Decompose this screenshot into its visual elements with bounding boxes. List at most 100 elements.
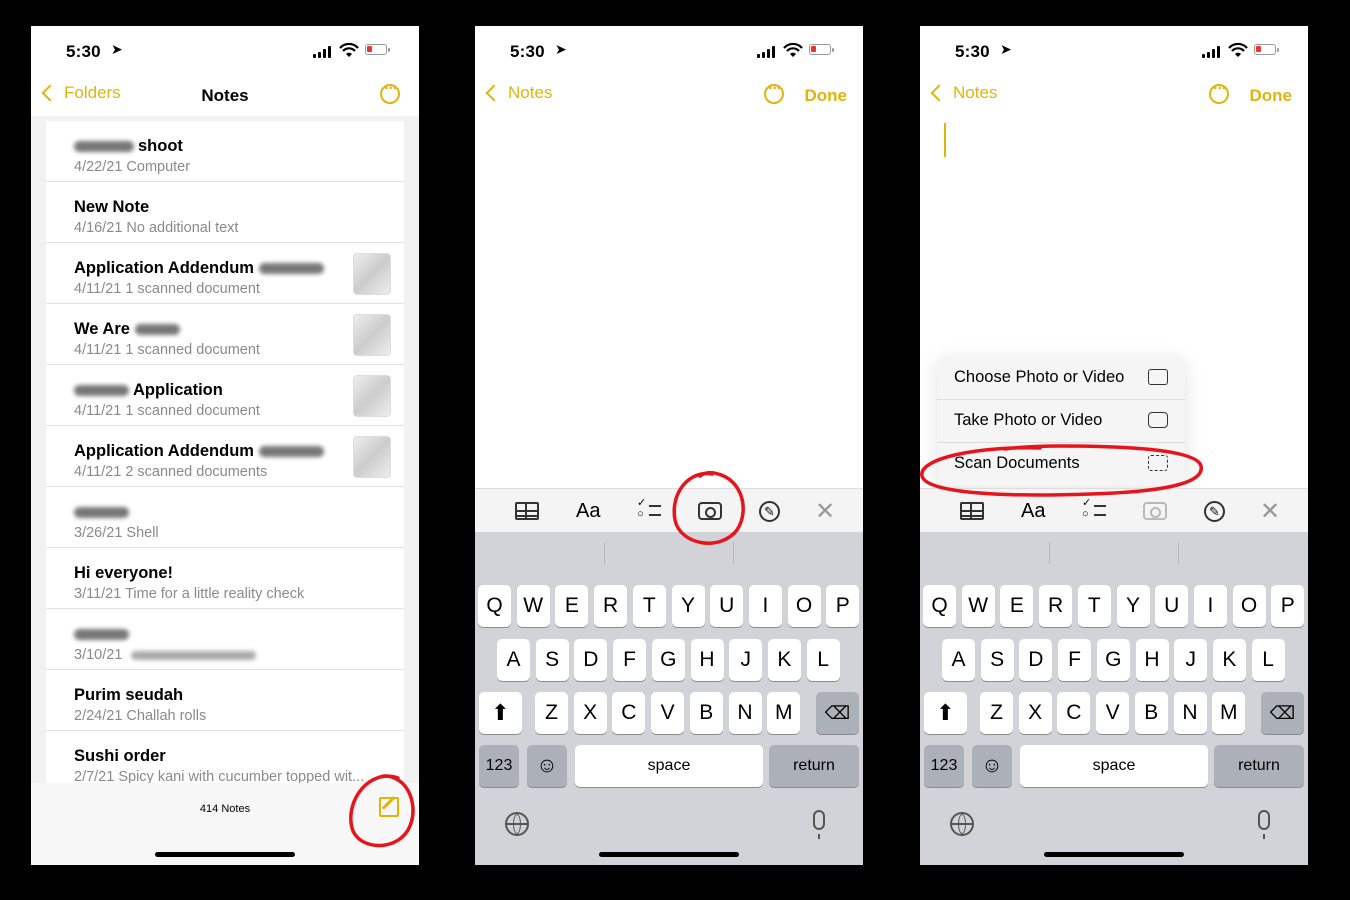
table-button[interactable] bbox=[960, 499, 984, 523]
note-row[interactable]: Application Addendum 4/11/21 1 scanned do… bbox=[46, 243, 404, 304]
more-options-icon[interactable] bbox=[1209, 80, 1229, 104]
table-button[interactable] bbox=[515, 499, 539, 523]
key-s[interactable]: S bbox=[535, 639, 569, 681]
key-i[interactable]: I bbox=[1193, 585, 1227, 627]
key-h[interactable]: H bbox=[1135, 639, 1169, 681]
key-l[interactable]: L bbox=[1251, 639, 1285, 681]
key-d[interactable]: D bbox=[574, 639, 608, 681]
compose-icon[interactable] bbox=[379, 797, 399, 817]
globe-icon[interactable] bbox=[950, 812, 974, 836]
key-v[interactable]: V bbox=[1096, 692, 1130, 734]
key-x[interactable]: X bbox=[573, 692, 607, 734]
key-g[interactable]: G bbox=[1096, 639, 1130, 681]
key-j[interactable]: J bbox=[729, 639, 763, 681]
space-key[interactable]: space bbox=[575, 745, 763, 787]
note-row[interactable]: 3/26/21 Shell bbox=[46, 487, 404, 548]
return-key[interactable]: return bbox=[769, 745, 859, 787]
key-x[interactable]: X bbox=[1018, 692, 1052, 734]
key-r[interactable]: R bbox=[1039, 585, 1073, 627]
more-options-icon[interactable] bbox=[380, 80, 400, 104]
key-u[interactable]: U bbox=[710, 585, 744, 627]
globe-icon[interactable] bbox=[505, 812, 529, 836]
key-o[interactable]: O bbox=[787, 585, 821, 627]
scan-documents-menu-item[interactable]: Scan Documents bbox=[937, 442, 1185, 485]
key-z[interactable]: Z bbox=[980, 692, 1013, 734]
done-button[interactable]: Done bbox=[805, 86, 848, 106]
notes-list-container[interactable]: shoot 4/22/21 Computer New Note 4/16/21 No … bbox=[31, 116, 419, 783]
key-e[interactable]: E bbox=[1000, 585, 1034, 627]
key-m[interactable]: M bbox=[767, 692, 801, 734]
camera-button[interactable] bbox=[1143, 499, 1167, 523]
key-q[interactable]: Q bbox=[478, 585, 511, 627]
numbers-key[interactable]: 123 bbox=[479, 745, 519, 787]
key-f[interactable]: F bbox=[613, 639, 647, 681]
emoji-key[interactable]: ☺ bbox=[972, 745, 1012, 787]
key-q[interactable]: Q bbox=[923, 585, 956, 627]
key-t[interactable]: T bbox=[632, 585, 666, 627]
note-row[interactable]: We Are 4/11/21 1 scanned document bbox=[46, 304, 404, 365]
close-toolbar-button[interactable]: ✕ bbox=[1260, 498, 1280, 525]
key-b[interactable]: B bbox=[1134, 692, 1168, 734]
key-c[interactable]: C bbox=[1057, 692, 1091, 734]
key-c[interactable]: C bbox=[612, 692, 646, 734]
markup-button[interactable]: ✎ bbox=[759, 499, 780, 523]
note-row[interactable]: Hi everyone! 3/11/21 Time for a little re… bbox=[46, 548, 404, 609]
key-b[interactable]: B bbox=[689, 692, 723, 734]
key-g[interactable]: G bbox=[651, 639, 685, 681]
key-o[interactable]: O bbox=[1232, 585, 1266, 627]
key-m[interactable]: M bbox=[1212, 692, 1246, 734]
note-row[interactable]: 3/10/21 bbox=[46, 609, 404, 670]
key-a[interactable]: A bbox=[942, 639, 975, 681]
key-y[interactable]: Y bbox=[1116, 585, 1150, 627]
key-v[interactable]: V bbox=[651, 692, 685, 734]
microphone-icon[interactable] bbox=[1258, 810, 1270, 839]
done-button[interactable]: Done bbox=[1250, 86, 1293, 106]
shift-key[interactable]: ⬆ bbox=[924, 692, 967, 734]
key-k[interactable]: K bbox=[767, 639, 801, 681]
key-w[interactable]: W bbox=[961, 585, 995, 627]
key-y[interactable]: Y bbox=[671, 585, 705, 627]
take-photo-menu-item[interactable]: Take Photo or Video bbox=[937, 399, 1185, 443]
key-l[interactable]: L bbox=[806, 639, 840, 681]
more-options-icon[interactable] bbox=[764, 80, 784, 104]
key-d[interactable]: D bbox=[1019, 639, 1053, 681]
back-to-notes-button[interactable]: Notes bbox=[929, 83, 997, 103]
key-n[interactable]: N bbox=[728, 692, 762, 734]
numbers-key[interactable]: 123 bbox=[924, 745, 964, 787]
note-row[interactable]: Application 4/11/21 1 scanned document bbox=[46, 365, 404, 426]
delete-key[interactable]: ⌫ bbox=[816, 692, 859, 734]
emoji-key[interactable]: ☺ bbox=[527, 745, 567, 787]
back-to-notes-button[interactable]: Notes bbox=[484, 83, 552, 103]
choose-photo-menu-item[interactable]: Choose Photo or Video bbox=[937, 356, 1185, 400]
markup-button[interactable]: ✎ bbox=[1204, 499, 1225, 523]
key-k[interactable]: K bbox=[1212, 639, 1246, 681]
note-row[interactable]: Purim seudah 2/24/21 Challah rolls bbox=[46, 670, 404, 731]
note-row[interactable]: New Note 4/16/21 No additional text bbox=[46, 182, 404, 243]
close-toolbar-button[interactable]: ✕ bbox=[815, 498, 835, 525]
return-key[interactable]: return bbox=[1214, 745, 1304, 787]
key-z[interactable]: Z bbox=[535, 692, 568, 734]
key-p[interactable]: P bbox=[1271, 585, 1305, 627]
note-row[interactable]: Application Addendum 4/11/21 2 scanned do… bbox=[46, 426, 404, 487]
delete-key[interactable]: ⌫ bbox=[1261, 692, 1304, 734]
key-a[interactable]: A bbox=[497, 639, 530, 681]
note-row[interactable]: shoot 4/22/21 Computer bbox=[46, 121, 404, 182]
key-u[interactable]: U bbox=[1155, 585, 1189, 627]
key-r[interactable]: R bbox=[594, 585, 628, 627]
space-key[interactable]: space bbox=[1020, 745, 1208, 787]
note-row[interactable]: Sushi order 2/7/21 Spicy kani with cucumb… bbox=[46, 731, 404, 783]
key-f[interactable]: F bbox=[1058, 639, 1092, 681]
key-s[interactable]: S bbox=[980, 639, 1014, 681]
camera-button[interactable] bbox=[698, 499, 722, 523]
checklist-button[interactable] bbox=[637, 498, 661, 523]
key-p[interactable]: P bbox=[826, 585, 860, 627]
key-e[interactable]: E bbox=[555, 585, 589, 627]
format-button[interactable]: Aa bbox=[576, 499, 600, 523]
key-i[interactable]: I bbox=[748, 585, 782, 627]
microphone-icon[interactable] bbox=[813, 810, 825, 839]
format-button[interactable]: Aa bbox=[1021, 499, 1045, 523]
shift-key[interactable]: ⬆ bbox=[479, 692, 522, 734]
key-n[interactable]: N bbox=[1173, 692, 1207, 734]
key-w[interactable]: W bbox=[516, 585, 550, 627]
key-j[interactable]: J bbox=[1174, 639, 1208, 681]
